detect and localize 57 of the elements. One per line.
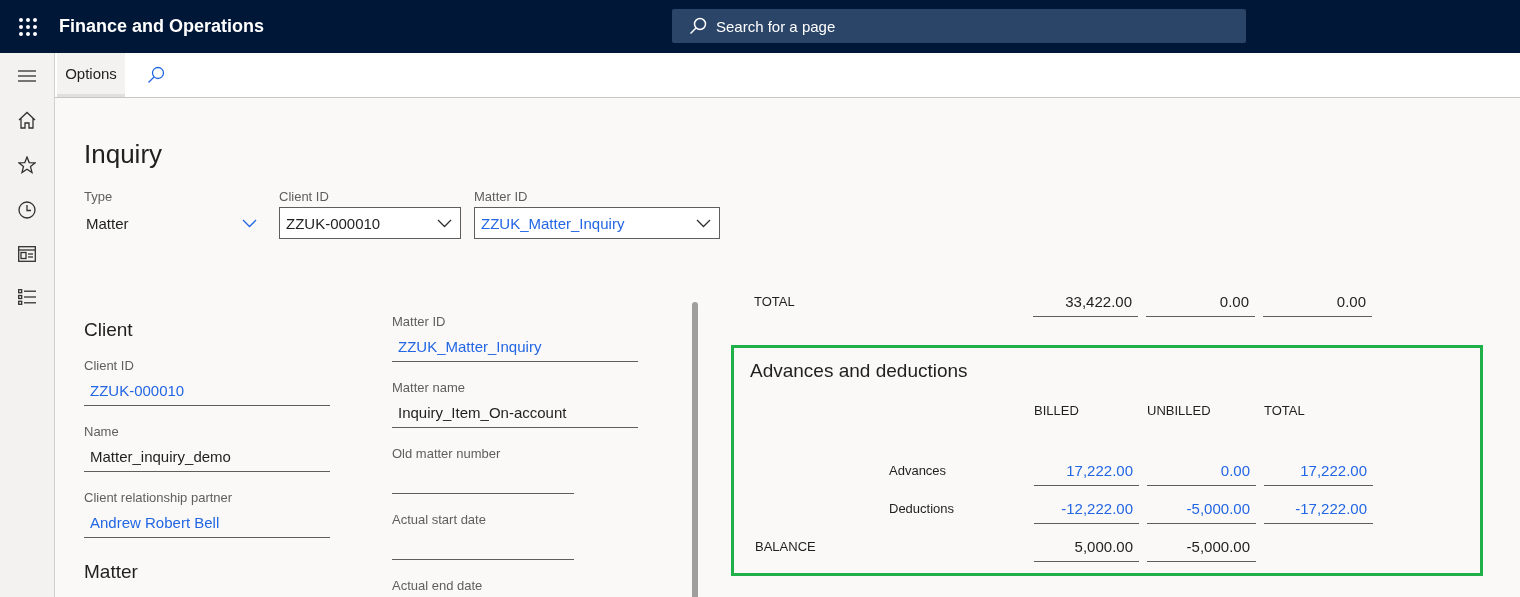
field-label: Type — [84, 188, 113, 205]
clock-icon[interactable] — [18, 201, 36, 219]
app-launcher-icon[interactable] — [18, 16, 38, 37]
home-icon[interactable] — [18, 111, 36, 129]
scrollbar[interactable] — [692, 302, 698, 597]
field-label: Client ID — [84, 357, 134, 374]
amount-field: 5,000.00 — [1034, 532, 1139, 562]
column-header: TOTAL — [1264, 402, 1305, 420]
text-field[interactable]: Matter_inquiry_demo — [84, 442, 330, 472]
chevron-down-icon — [437, 218, 452, 228]
field-label: Matter ID — [392, 313, 446, 330]
column-header: BILLED — [1034, 402, 1079, 420]
section-heading: Advances and deductions — [750, 359, 968, 383]
row-label: Deductions — [888, 500, 955, 518]
chevron-down-icon — [696, 218, 711, 228]
amount-field: 0.00 — [1263, 287, 1372, 317]
amount-link[interactable]: 17,222.00 — [1034, 456, 1139, 486]
dropdown-field[interactable]: ZZUK_Matter_Inquiry — [474, 207, 720, 239]
app-title: Finance and Operations — [59, 16, 265, 37]
row-label: BALANCE — [754, 538, 816, 556]
field-label: Old matter number — [392, 445, 501, 462]
field-label: Actual start date — [392, 511, 486, 528]
dropdown-field[interactable]: ZZUK-000010 — [279, 207, 461, 239]
link-field[interactable]: Andrew Robert Bell — [84, 508, 330, 538]
chevron-down-icon — [242, 218, 257, 228]
field-label: Name — [84, 423, 119, 440]
text-field[interactable]: Inquiry_Item_On-account — [392, 398, 638, 428]
field-label: Client relationship partner — [84, 489, 233, 506]
amount-field: 0.00 — [1146, 287, 1255, 317]
field-label: Matter ID — [474, 188, 528, 205]
section-heading: Client — [84, 318, 133, 342]
amount-link[interactable]: -12,222.00 — [1034, 494, 1139, 524]
field-label: Matter name — [392, 379, 465, 396]
link-field[interactable]: ZZUK-000010 — [84, 376, 330, 406]
link-field[interactable]: ZZUK_Matter_Inquiry — [392, 332, 638, 362]
amount-link[interactable]: 17,222.00 — [1264, 456, 1373, 486]
menu-icon[interactable] — [18, 68, 36, 84]
search-icon[interactable] — [147, 66, 165, 84]
amount-link[interactable]: -17,222.00 — [1264, 494, 1373, 524]
section-heading: Matter — [84, 560, 138, 584]
amount-field: 33,422.00 — [1033, 287, 1138, 317]
row-label: TOTAL — [753, 293, 795, 311]
column-header: UNBILLED — [1147, 402, 1211, 420]
row-label: Advances — [888, 462, 947, 480]
field-label: Actual end date — [392, 577, 483, 594]
search-icon — [689, 17, 707, 35]
page-title: Inquiry — [84, 138, 163, 170]
workspace-icon[interactable] — [18, 246, 36, 262]
options-tab[interactable]: Options — [57, 53, 125, 97]
dropdown-field[interactable]: Matter — [84, 207, 266, 239]
field-label: Client ID — [279, 188, 329, 205]
amount-link[interactable]: 0.00 — [1147, 456, 1256, 486]
amount-link[interactable]: -5,000.00 — [1147, 494, 1256, 524]
star-icon[interactable] — [18, 156, 36, 174]
amount-field: -5,000.00 — [1147, 532, 1256, 562]
search-field[interactable]: Search for a page — [672, 9, 1246, 43]
list-icon[interactable] — [18, 289, 36, 305]
